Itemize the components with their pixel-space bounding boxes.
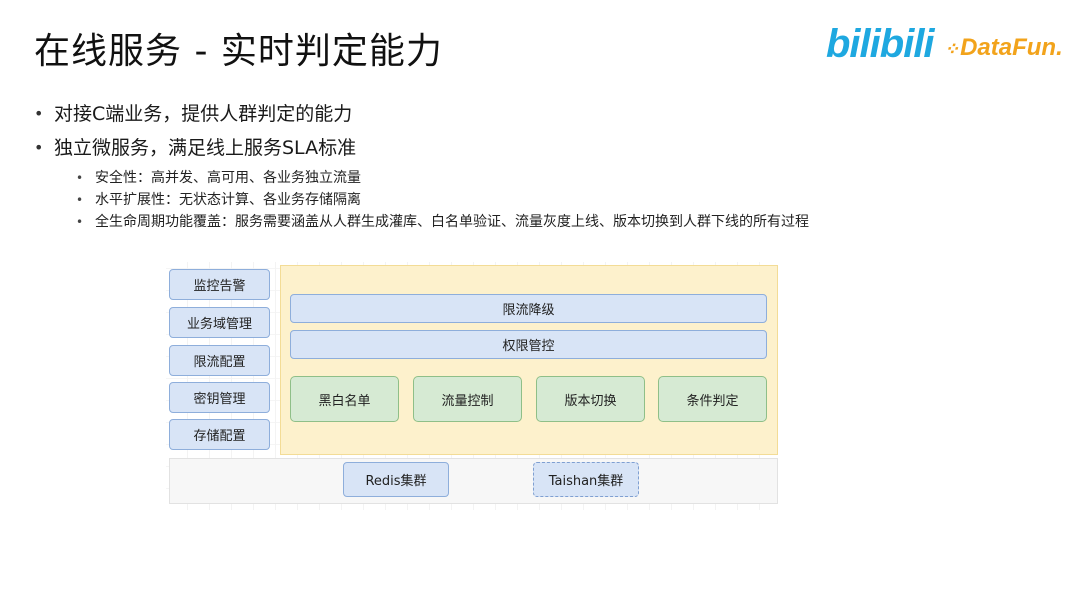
bullet-sub-2: 水平扩展性：无状态计算、各业务存储隔离	[32, 190, 809, 212]
bullet-list: 对接C端业务，提供人群判定的能力 独立微服务，满足线上服务SLA标准 安全性：高…	[32, 100, 809, 234]
feature-blacklist-whitelist: 黑白名单	[290, 376, 399, 422]
bilibili-logo: bilibili	[826, 22, 935, 66]
storage-redis-cluster: Redis集群	[343, 462, 449, 497]
left-box-key-management: 密钥管理	[169, 382, 270, 413]
bullet-sub-3: 全生命周期功能覆盖：服务需要涵盖从人群生成灌库、白名单验证、流量灰度上线、版本切…	[32, 212, 809, 234]
feature-condition-judgment: 条件判定	[658, 376, 767, 422]
datafun-logo-text: DataFun.	[960, 34, 1063, 61]
feature-traffic-control: 流量控制	[413, 376, 522, 422]
left-box-rate-limit-config: 限流配置	[169, 345, 270, 376]
left-box-storage-config: 存储配置	[169, 419, 270, 450]
bar-rate-limit-degrade: 限流降级	[290, 294, 767, 323]
datafun-logo: ⁘DataFun.	[944, 34, 1063, 62]
bullet-sub-1: 安全性：高并发、高可用、各业务独立流量	[32, 168, 809, 190]
storage-layer	[169, 458, 778, 504]
left-box-domain-management: 业务域管理	[169, 307, 270, 338]
bullet-main-1: 对接C端业务，提供人群判定的能力	[32, 100, 809, 134]
storage-taishan-cluster: Taishan集群	[533, 462, 639, 497]
feature-version-switch: 版本切换	[536, 376, 645, 422]
bullet-main-2: 独立微服务，满足线上服务SLA标准	[32, 134, 809, 168]
architecture-diagram: 监控告警 业务域管理 限流配置 密钥管理 存储配置 限流降级 权限管控 黑白名单…	[166, 262, 778, 510]
datafun-mark-icon: ⁘	[944, 39, 960, 59]
bar-permission-control: 权限管控	[290, 330, 767, 359]
slide-title: 在线服务 - 实时判定能力	[34, 31, 443, 72]
left-box-monitor-alert: 监控告警	[169, 269, 270, 300]
